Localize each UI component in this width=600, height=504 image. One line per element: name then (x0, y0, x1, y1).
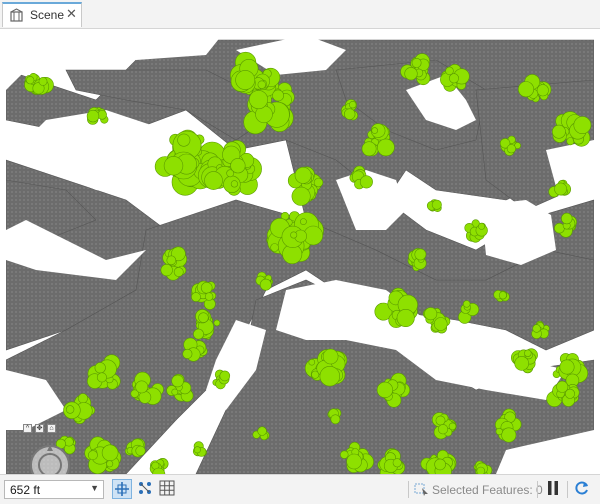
nav-pan-button[interactable]: ✥ (35, 424, 44, 433)
snapping-button[interactable] (136, 479, 156, 499)
scene-viewport[interactable]: ^ ✥ ⌂ (6, 30, 594, 474)
refresh-icon (575, 481, 588, 495)
selected-features-count: Selected Features: 0 (432, 483, 543, 497)
chevron-down-icon: ▼ (90, 483, 99, 493)
status-bar: 652 ft ▼ Selected Features: 0 (0, 474, 600, 504)
grid-button[interactable] (158, 479, 178, 499)
navigator-mini-buttons: ^ ✥ ⌂ (23, 424, 73, 434)
selected-features-icon (414, 483, 428, 496)
tab-strip: Scene ✕ (0, 0, 600, 29)
grid-snap-icon (115, 482, 129, 496)
status-separator (537, 481, 538, 498)
tab-scene-label: Scene (30, 8, 65, 22)
status-separator (408, 481, 409, 498)
scale-value: 652 ft (10, 483, 41, 497)
nav-up-button[interactable]: ^ (23, 424, 32, 433)
pause-drawing-button[interactable] (544, 479, 564, 499)
pause-icon (548, 481, 558, 495)
refresh-button[interactable] (573, 479, 593, 499)
status-separator (567, 481, 568, 498)
nav-home-button[interactable]: ⌂ (47, 424, 56, 433)
snapping-icon (139, 482, 151, 494)
navigator-compass-icon[interactable] (28, 443, 72, 474)
scale-selector[interactable]: 652 ft ▼ (4, 480, 104, 499)
close-icon[interactable]: ✕ (66, 6, 77, 22)
scene-globe-icon (10, 8, 23, 22)
navigation-mode-button[interactable] (112, 479, 132, 499)
point-cloud-scene[interactable] (6, 30, 594, 474)
tab-scene[interactable]: Scene ✕ (2, 2, 82, 27)
grid-icon (159, 480, 175, 496)
